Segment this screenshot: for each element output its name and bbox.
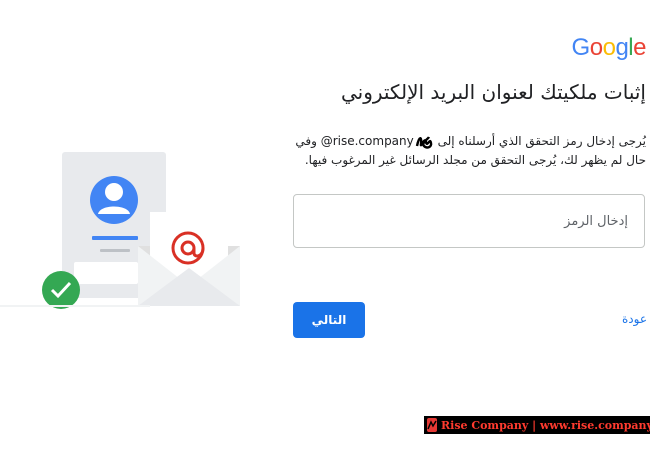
verification-code-input[interactable] <box>308 212 630 230</box>
person-avatar-icon <box>90 176 138 224</box>
back-link[interactable]: عودة <box>622 312 647 326</box>
google-logo: Google <box>571 34 647 62</box>
redacted-email: @rise.company <box>320 134 434 149</box>
envelope-icon <box>138 212 240 306</box>
description-before-email: يُرجى إدخال رمز التحقق الذي أرسلناه إلى <box>437 134 646 148</box>
verification-description: يُرجى إدخال رمز التحقق الذي أرسلناه إلى … <box>276 132 646 170</box>
brand-logo-icon <box>427 418 437 432</box>
redaction-scribble-icon <box>415 135 433 149</box>
logo-letter: e <box>633 34 646 61</box>
name-line <box>92 236 138 240</box>
logo-letter: o <box>589 34 603 61</box>
subtitle-line <box>100 249 130 252</box>
verification-illustration <box>0 152 240 309</box>
page-title: إثبات ملكيتك لعنوان البريد الإلكتروني <box>340 80 646 104</box>
ground-line <box>0 305 150 307</box>
code-input-field[interactable] <box>293 194 645 248</box>
watermark-banner: Rise Company | www.rise.company <box>424 416 650 434</box>
watermark-text: Rise Company | www.rise.company <box>441 418 650 432</box>
logo-letter: g <box>615 34 629 61</box>
logo-letter: G <box>571 34 591 61</box>
logo-letter: o <box>602 34 616 61</box>
text-field-card <box>74 262 138 284</box>
next-button[interactable]: التالي <box>293 302 365 338</box>
check-circle-icon <box>42 271 80 309</box>
email-domain: @rise.company <box>320 134 414 148</box>
